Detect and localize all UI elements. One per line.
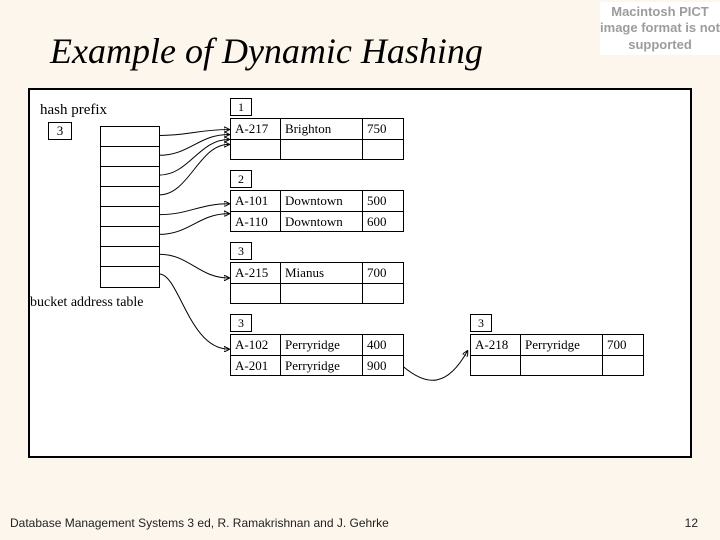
cell-city bbox=[521, 356, 603, 376]
footer-citation: Database Management Systems 3 ed, R. Ram… bbox=[10, 516, 389, 530]
bucket-row: A-201 Perryridge 900 bbox=[231, 355, 403, 375]
bucket-row: A-101 Downtown 500 bbox=[231, 191, 403, 211]
cell-amt bbox=[363, 284, 403, 304]
hash-prefix-label: hash prefix bbox=[40, 102, 107, 119]
pict-warning: Macintosh PICT image format is not suppo… bbox=[600, 2, 720, 55]
addr-cell bbox=[101, 267, 159, 287]
cell-acct: A-201 bbox=[231, 356, 281, 376]
cell-city bbox=[281, 140, 363, 160]
addr-cell bbox=[101, 187, 159, 207]
local-depth-b2: 2 bbox=[230, 170, 252, 188]
bucket-b5: A-218 Perryridge 700 bbox=[470, 334, 644, 376]
cell-acct: A-218 bbox=[471, 335, 521, 355]
cell-acct: A-215 bbox=[231, 263, 281, 283]
cell-city: Brighton bbox=[281, 119, 363, 139]
bucket-row: A-217 Brighton 750 bbox=[231, 119, 403, 139]
addr-cell bbox=[101, 207, 159, 227]
addr-cell bbox=[101, 247, 159, 267]
cell-city: Downtown bbox=[281, 191, 363, 211]
cell-city: Perryridge bbox=[281, 335, 363, 355]
cell-amt bbox=[603, 356, 643, 376]
cell-amt: 500 bbox=[363, 191, 403, 211]
bucket-row bbox=[231, 283, 403, 303]
cell-amt: 700 bbox=[603, 335, 643, 355]
bucket-row: A-218 Perryridge 700 bbox=[471, 335, 643, 355]
bucket-row: A-110 Downtown 600 bbox=[231, 211, 403, 231]
diagram-frame: hash prefix 3 bucket address table 1 A-2… bbox=[28, 88, 692, 458]
cell-amt: 700 bbox=[363, 263, 403, 283]
bucket-b2: A-101 Downtown 500 A-110 Downtown 600 bbox=[230, 190, 404, 232]
local-depth-b1: 1 bbox=[230, 98, 252, 116]
cell-acct: A-101 bbox=[231, 191, 281, 211]
cell-city bbox=[281, 284, 363, 304]
addr-cell bbox=[101, 127, 159, 147]
cell-amt: 600 bbox=[363, 212, 403, 232]
addr-cell bbox=[101, 167, 159, 187]
cell-amt: 900 bbox=[363, 356, 403, 376]
addr-cell bbox=[101, 227, 159, 247]
cell-amt: 750 bbox=[363, 119, 403, 139]
bucket-row: A-102 Perryridge 400 bbox=[231, 335, 403, 355]
cell-amt: 400 bbox=[363, 335, 403, 355]
cell-acct: A-217 bbox=[231, 119, 281, 139]
bucket-address-label: bucket address table bbox=[30, 295, 144, 311]
cell-acct: A-102 bbox=[231, 335, 281, 355]
cell-city: Perryridge bbox=[281, 356, 363, 376]
cell-city: Mianus bbox=[281, 263, 363, 283]
bucket-b3: A-215 Mianus 700 bbox=[230, 262, 404, 304]
cell-acct bbox=[471, 356, 521, 376]
cell-acct: A-110 bbox=[231, 212, 281, 232]
page-number: 12 bbox=[685, 516, 698, 530]
cell-amt bbox=[363, 140, 403, 160]
bucket-row: A-215 Mianus 700 bbox=[231, 263, 403, 283]
local-depth-b4: 3 bbox=[230, 314, 252, 332]
bucket-address-table bbox=[100, 126, 160, 288]
cell-acct bbox=[231, 284, 281, 304]
bucket-b4: A-102 Perryridge 400 A-201 Perryridge 90… bbox=[230, 334, 404, 376]
slide-title: Example of Dynamic Hashing bbox=[50, 30, 483, 72]
bucket-b1: A-217 Brighton 750 bbox=[230, 118, 404, 160]
cell-city: Perryridge bbox=[521, 335, 603, 355]
bucket-row bbox=[231, 139, 403, 159]
global-depth-box: 3 bbox=[48, 122, 72, 140]
cell-city: Downtown bbox=[281, 212, 363, 232]
addr-cell bbox=[101, 147, 159, 167]
cell-acct bbox=[231, 140, 281, 160]
diagram: hash prefix 3 bucket address table 1 A-2… bbox=[30, 90, 690, 456]
local-depth-b3: 3 bbox=[230, 242, 252, 260]
local-depth-b5: 3 bbox=[470, 314, 492, 332]
bucket-row bbox=[471, 355, 643, 375]
